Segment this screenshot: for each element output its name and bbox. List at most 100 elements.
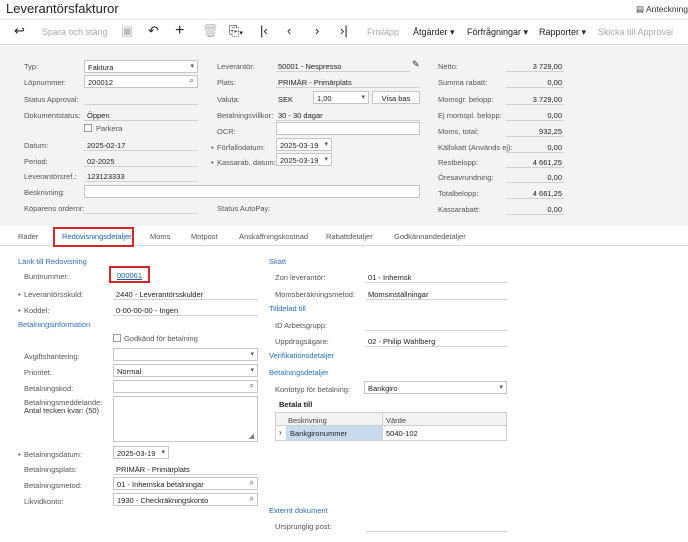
column-header-description[interactable]: Beskrivning <box>288 416 327 425</box>
type-select[interactable]: Faktura ▾ <box>84 60 198 73</box>
due-date-input[interactable]: 2025-03-19 ▾ <box>276 138 332 151</box>
pay-to-heading: Betala till <box>279 400 313 409</box>
ref-number-input[interactable]: 200012 ⌕ <box>84 75 198 88</box>
link-accounting-section: Länk till Redovisning <box>18 257 87 266</box>
show-base-button[interactable]: Visa bas <box>372 91 420 104</box>
cash-account-input[interactable]: 1930 - Checkräkningskonto ⌕ <box>113 493 258 506</box>
last-record-icon[interactable]: ›| <box>340 24 348 38</box>
fee-handling-select[interactable]: ▾ <box>113 348 258 361</box>
tax-calc-label: Momsberäkningsmetod: <box>275 290 356 299</box>
save-icon[interactable]: ▣ <box>121 24 133 38</box>
approved-for-payment-checkbox[interactable] <box>113 334 121 342</box>
row-value[interactable]: 5040-102 <box>386 429 418 438</box>
fee-handling-label: Avgiftshantering: <box>24 352 80 361</box>
save-close-button[interactable]: Spara och stäng <box>42 27 108 37</box>
payment-message-textarea[interactable]: ◢ <box>113 396 258 442</box>
undo-icon[interactable]: ↶ <box>148 24 159 38</box>
vendor-zone-value[interactable]: 01 - Inhemsk <box>368 273 411 282</box>
park-checkbox[interactable] <box>84 124 92 132</box>
edit-icon[interactable]: ✎ <box>412 59 420 70</box>
search-icon[interactable]: ⌕ <box>250 381 254 391</box>
vendor-ref-value[interactable]: 123123333 <box>87 172 125 181</box>
reports-menu[interactable]: Rapporter ▾ <box>539 27 586 38</box>
tab-vat[interactable]: Moms <box>150 232 170 241</box>
tax-calc-value[interactable]: Momsinställningar <box>368 290 428 299</box>
exchange-rate-select[interactable]: 1,00 ▾ <box>313 91 369 104</box>
tab-acquisition-cost[interactable]: Anskaffningskostnad <box>239 232 308 241</box>
summary-form <box>0 46 688 226</box>
period-label: Period: <box>24 157 48 166</box>
payment-method-value: 01 - Inhemska betalningar <box>117 480 204 489</box>
chevron-down-icon: ▾ <box>361 94 365 101</box>
tab-rows[interactable]: Rader <box>18 232 38 241</box>
vendor-zone-label: Zon leverantör: <box>275 273 326 282</box>
location-value[interactable]: PRIMÄR - Primärplats <box>278 78 352 87</box>
priority-select[interactable]: Normal ▾ <box>113 364 258 377</box>
ocr-input[interactable] <box>276 122 420 135</box>
vendor-value[interactable]: 50001 - Nespresso <box>278 62 341 71</box>
total-value: 0,00 <box>547 143 562 152</box>
delete-icon[interactable]: 🗑 <box>202 24 219 38</box>
next-record-icon[interactable]: › <box>315 24 319 38</box>
payment-terms-value[interactable]: 30 - 30 dagar <box>278 111 323 120</box>
tax-section: Skatt <box>269 257 287 266</box>
tab-approval-details[interactable]: Godkännandedetaljer <box>394 232 466 241</box>
total-value: 4 661,25 <box>532 189 562 198</box>
purchaser-order-label: Köparens ordernr: <box>24 204 85 213</box>
search-icon[interactable]: ⌕ <box>250 494 254 504</box>
batch-number-highlight <box>109 266 150 283</box>
tax-calc-underline <box>366 299 507 300</box>
inquiries-menu[interactable]: Förfrågningar ▾ <box>467 27 528 38</box>
status-autopay-label: Status AutoPay: <box>217 204 271 213</box>
type-value: Faktura <box>88 63 114 72</box>
cash-discount-date-input[interactable]: 2025-03-19 ▾ <box>276 153 332 166</box>
payment-date-label: Betalningsdatum: <box>18 450 82 459</box>
period-value[interactable]: 02-2025 <box>87 157 115 166</box>
column-header-value[interactable]: Värde <box>386 416 406 425</box>
account-type-select[interactable]: Bankgiro ▾ <box>364 381 507 394</box>
payment-location-value[interactable]: PRIMÄR - Primärplats <box>116 465 190 474</box>
subaccount-value[interactable]: 0-00-00-00 - Ingen <box>116 306 178 315</box>
total-underline <box>506 71 564 72</box>
chevron-down-icon: ▾ <box>523 27 529 37</box>
search-icon[interactable]: ⌕ <box>250 478 254 488</box>
payables-value[interactable]: 2440 - Leverantörsskulder <box>116 290 203 299</box>
search-icon[interactable]: ⌕ <box>190 76 194 86</box>
add-icon[interactable]: + <box>175 23 184 39</box>
row-description[interactable]: Bankgironummer <box>290 429 347 438</box>
currency-value[interactable]: SEK <box>278 95 293 104</box>
resize-handle-icon[interactable]: ◢ <box>249 432 254 440</box>
copy-paste-icon[interactable]: ⎘▾ <box>229 24 243 41</box>
date-label: Datum: <box>24 141 49 150</box>
release-button[interactable]: Frisläpp <box>367 27 399 37</box>
period-underline <box>84 166 198 167</box>
payment-code-input[interactable]: ⌕ <box>113 380 258 393</box>
park-label: Parkera <box>96 124 123 133</box>
cash-discount-date-label: Kassarab. datum: <box>211 158 276 167</box>
tab-discount-details[interactable]: Rabattdetaljer <box>326 232 373 241</box>
actions-menu[interactable]: Åtgärder ▾ <box>413 27 455 38</box>
send-to-approval-button[interactable]: Skicka till Approval <box>598 27 673 37</box>
previous-record-icon[interactable]: ‹ <box>287 24 291 38</box>
date-value[interactable]: 2025-02-17 <box>87 141 125 150</box>
description-input[interactable] <box>84 185 420 198</box>
chevron-down-icon: ▾ <box>161 449 165 456</box>
cash-account-value: 1930 - Checkräkningskonto <box>117 496 209 505</box>
payment-method-input[interactable]: 01 - Inhemska betalningar ⌕ <box>113 477 258 490</box>
description-label: Beskrivning: <box>24 188 65 197</box>
location-underline <box>276 87 420 88</box>
back-icon[interactable]: ↩ <box>14 24 25 38</box>
exchange-rate-value: 1,00 <box>317 94 332 103</box>
priority-value: Normal <box>117 367 142 376</box>
account-type-value: Bankgiro <box>368 384 398 393</box>
notes-link[interactable]: ▤ Anteckningar <box>636 4 688 15</box>
tab-offset[interactable]: Motpost <box>191 232 218 241</box>
owner-value[interactable]: 02 - Philip Wahlberg <box>368 337 435 346</box>
table-row[interactable]: › Bankgironummer 5040-102 <box>275 426 507 441</box>
inquiries-menu-label: Förfrågningar <box>467 27 522 37</box>
total-underline <box>506 182 564 183</box>
payment-date-input[interactable]: 2025-03-19 ▾ <box>113 446 169 459</box>
total-underline <box>506 136 564 137</box>
first-record-icon[interactable]: |‹ <box>260 24 268 38</box>
chevron-down-icon: ▾ <box>581 27 587 37</box>
